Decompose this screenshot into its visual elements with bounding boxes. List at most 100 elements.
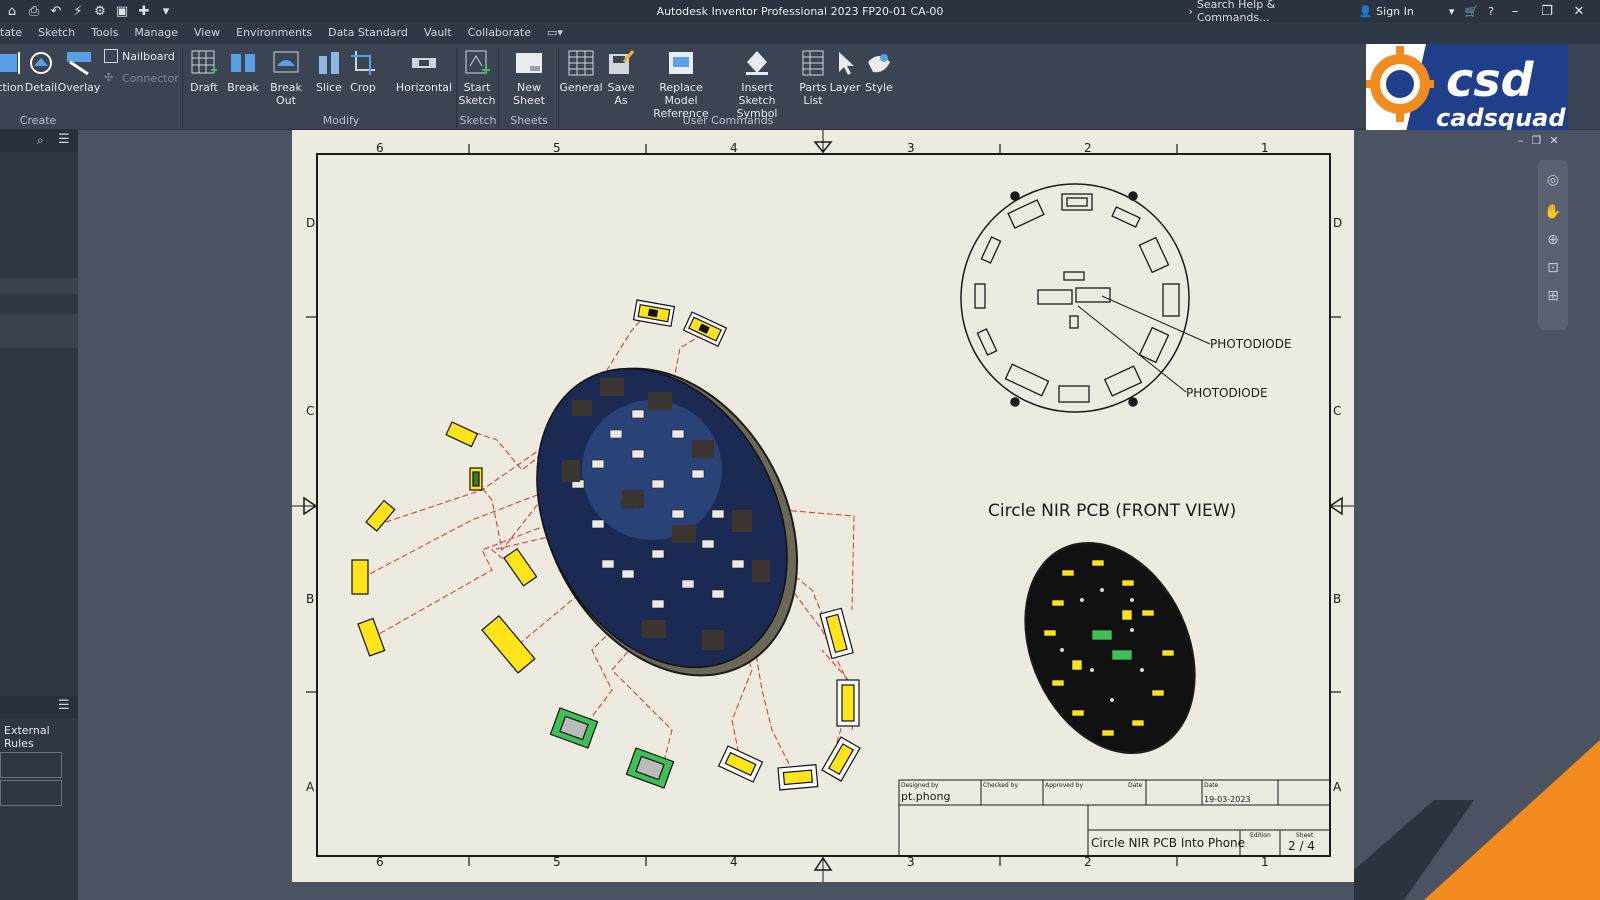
svg-text:csd: csd [1446,53,1535,107]
help-search[interactable]: › Search Help & Commands... [1188,0,1348,24]
rebuild-icon[interactable]: ⚙ [92,3,108,19]
doc-restore-button[interactable]: ❐ [1532,134,1542,147]
zoom-icon[interactable]: ⊕ [1543,232,1563,252]
drawing-title: Circle NIR PCB Into Phone [1091,836,1245,850]
help-search-placeholder: Search Help & Commands... [1196,0,1276,24]
print-icon[interactable]: ⎙ [26,3,42,19]
nailboard-button[interactable]: Nailboard [104,49,175,63]
draft-icon [191,50,217,74]
front-view[interactable] [993,515,1227,780]
doc-minimize-button[interactable]: – [1518,134,1524,147]
zone-label: 1 [1261,141,1269,155]
overlay-button[interactable]: Overlay [58,48,100,94]
tab-manage[interactable]: Manage [126,22,186,44]
start-sketch-button[interactable]: Start Sketch [458,48,496,107]
undo-icon[interactable]: ↶ [48,3,64,19]
top-view[interactable] [960,183,1211,413]
checked-by-label: Checked by [983,782,1018,789]
replace-model-reference-button[interactable]: Replace Model Reference [644,48,718,120]
group-user-commands-label: User Commands [682,114,774,127]
save-as-icon [609,50,635,74]
ribbon-tabs: tate Sketch Tools Manage View Environmen… [0,22,1600,44]
menu-icon[interactable]: ☰ [58,698,70,713]
update-icon[interactable]: ⚡ [70,3,86,19]
slice-button[interactable]: Slice [314,48,344,94]
exploded-view[interactable] [351,299,861,791]
tab-external-rules[interactable]: External Rules [4,724,78,750]
menu-icon[interactable]: ☰ [58,132,70,147]
sign-in-button[interactable]: 👤 Sign In ▾ [1358,5,1454,18]
search-icon[interactable]: ⌕ [37,133,44,148]
minimize-button[interactable]: – [1504,4,1526,19]
detail-button[interactable]: Detail [25,48,57,94]
tab-tools[interactable]: Tools [83,22,126,44]
zone-label: 2 [1084,855,1092,869]
customize-icon[interactable]: ▾ [158,3,174,19]
crop-button[interactable]: Crop [348,48,378,94]
video-icon[interactable]: ▭▾ [539,22,571,44]
quick-access-toolbar: ⌂ ⎙ ↶ ⚡ ⚙ ▣ ✚ ▾ [0,3,174,19]
home-icon[interactable]: ⌂ [4,3,20,19]
tab-collaborate[interactable]: Collaborate [460,22,539,44]
break-out-button[interactable]: Break Out [262,48,310,107]
zone-label: 5 [553,141,561,155]
draft-button[interactable]: Draft [186,48,222,94]
parts-list-button[interactable]: Parts List [796,48,830,107]
layer-button[interactable]: Layer [830,48,860,94]
select-icon[interactable]: ▣ [114,3,130,19]
help-icon[interactable]: ? [1488,5,1494,18]
zone-label: 3 [907,855,915,869]
photodiode-label: PHOTODIODE [1186,386,1268,400]
tab-environments[interactable]: Environments [228,22,320,44]
tab-annotate[interactable]: tate [0,22,30,44]
drawing-svg: 6 5 4 3 2 1 6 5 4 3 2 1 D C B A D C B A [292,130,1354,882]
zoom-window-icon[interactable]: ⊞ [1543,288,1563,308]
browser-row[interactable] [0,278,78,294]
new-sheet-button[interactable]: New Sheet [502,48,556,107]
crop-icon [351,51,375,75]
break-button[interactable]: Break [226,48,260,94]
browser-row[interactable] [0,314,78,348]
tab-data-standard[interactable]: Data Standard [320,22,416,44]
add-icon[interactable]: ✚ [136,3,152,19]
cart-icon[interactable]: 🛒 [1464,5,1478,18]
close-button[interactable]: ✕ [1568,4,1590,19]
date-label: Date [1128,782,1143,789]
designed-by-label: Designed by [901,782,939,789]
drawing-sheet[interactable]: 6 5 4 3 2 1 6 5 4 3 2 1 D C B A D C B A [292,130,1354,882]
zone-label: 6 [376,141,384,155]
zone-label: A [1333,780,1342,794]
tab-view[interactable]: View [186,22,228,44]
zone-label: 1 [1261,855,1269,869]
tab-vault[interactable]: Vault [416,22,460,44]
start-sketch-icon [465,50,490,74]
date-value: 19-03-2023 [1204,795,1251,804]
user-icon: 👤 [1358,4,1373,18]
zoom-all-icon[interactable]: ⊡ [1543,260,1563,280]
style-button[interactable]: Style [862,48,896,94]
zone-label: 2 [1084,141,1092,155]
cursor-icon [839,52,854,75]
title-bar: ⌂ ⎙ ↶ ⚡ ⚙ ▣ ✚ ▾ Autodesk Inventor Profes… [0,0,1600,24]
rules-field[interactable] [0,780,62,806]
horizontal-button[interactable]: Horizontal [396,48,452,94]
group-sheets-label: Sheets [510,114,548,127]
zone-label: C [1333,404,1341,418]
general-button[interactable]: General [559,48,603,94]
insert-sketch-symbol-button[interactable]: Insert Sketch Symbol [720,48,794,120]
section-button[interactable]: ction [0,48,24,94]
restore-button[interactable]: ❐ [1536,4,1558,19]
model-browser-panel: ⌕ ☰ ☰ External Rules [0,130,78,900]
sheet-label: Sheet [1296,832,1314,839]
front-view-title: Circle NIR PCB (FRONT VIEW) [988,501,1236,521]
connector-button[interactable]: ✣ Connector [104,71,179,85]
sketch-symbol-icon [746,51,768,75]
tab-sketch[interactable]: Sketch [30,22,83,44]
pan-icon[interactable]: ✋ [1543,204,1563,224]
steering-wheel-icon[interactable]: ◎ [1543,172,1563,192]
rules-field[interactable] [0,752,62,778]
save-as-button[interactable]: Save As [602,48,640,107]
section-icon [0,52,20,74]
doc-close-button[interactable]: ✕ [1549,134,1558,147]
nailboard-icon [104,49,118,63]
